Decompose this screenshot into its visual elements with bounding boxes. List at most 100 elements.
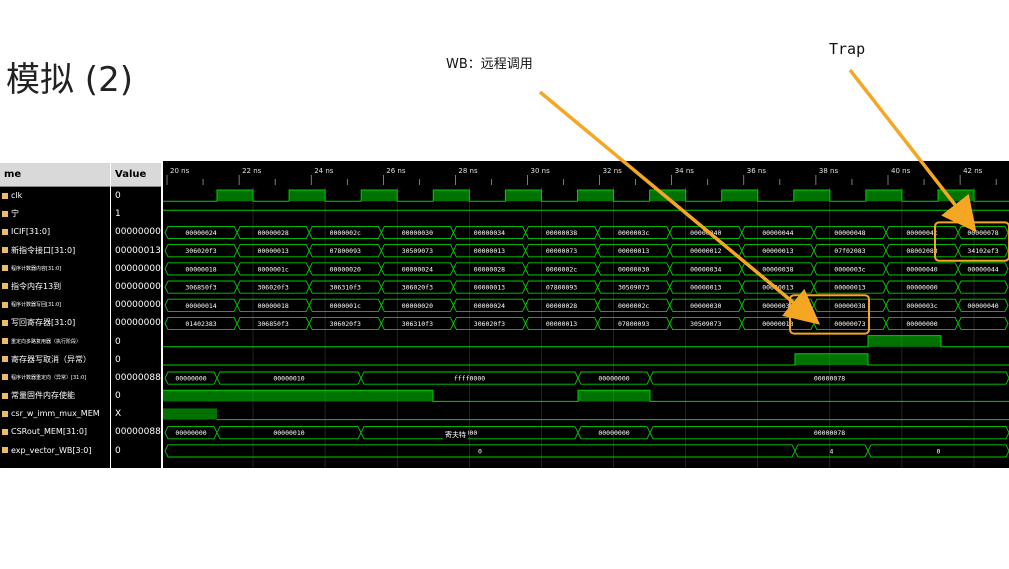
bus-value: 00000040 [906, 265, 937, 273]
bus-value: 306850f3 [185, 284, 216, 292]
bus-segment [957, 280, 1009, 294]
bus-value: 00000013 [618, 247, 649, 255]
clk-high-fill [505, 190, 542, 202]
bit-high-fill [163, 390, 433, 402]
signal-name[interactable]: 程序计数器写回[31:0] [0, 296, 110, 314]
signal-value: 00000000 [115, 318, 161, 329]
bus-value: 00000024 [474, 302, 505, 310]
signal-name[interactable]: 程序计数器重定向（异常）[31:0] [0, 369, 110, 387]
signal-name[interactable]: exp_vector_WB[3:0] [0, 442, 110, 460]
bus-value: 00000048 [834, 229, 865, 237]
signal-icon [2, 210, 8, 217]
bus-value: 306020f3 [257, 284, 288, 292]
time-label: 26 ns [386, 167, 406, 175]
bus-value: 00000030 [690, 302, 721, 310]
signal-value: 00000088 [115, 372, 161, 383]
signal-value-panel: Value 0 1 00000000 00000013 00000000 00000000… [111, 163, 161, 468]
bus-value: 00000078 [967, 229, 998, 237]
bus-value: 00000078 [814, 429, 845, 437]
clk-high-fill [289, 190, 326, 202]
waveform-view[interactable]: 20 ns 22 ns 24 ns 26 ns 28 ns 30 ns 32 ns 34 ns… [163, 161, 1009, 468]
bus-value: 0000001c [257, 265, 288, 273]
bus-value: 00000010 [273, 375, 304, 383]
bus-value: 306850f3 [257, 320, 288, 328]
bus-value: 0000004c [906, 229, 937, 237]
bus-value: 306310f3 [330, 284, 361, 292]
bus-value: 00000013 [762, 320, 793, 328]
clk-high-fill [721, 190, 758, 202]
bus-value: 00000024 [185, 229, 216, 237]
bus-value: 00000034 [474, 229, 505, 237]
bus-value: 08002083 [906, 247, 937, 255]
bus-value: 306020f3 [402, 284, 433, 292]
bus-value: 00000018 [185, 265, 216, 273]
bus-value: 00000000 [175, 429, 206, 437]
bus-value: 00000014 [185, 302, 216, 310]
bus-value: 306020f3 [330, 320, 361, 328]
signal-icon [2, 228, 8, 235]
signal-name[interactable]: 寄存器写取消（异常） [0, 351, 110, 369]
signal-name[interactable]: 程序计数器内容[31:0] [0, 260, 110, 278]
signal-value: 0 [115, 354, 121, 365]
bus-value: 306020f3 [474, 320, 505, 328]
bit-high-fill [578, 390, 650, 402]
waveform-tooltip: 寄夫特 [443, 429, 468, 441]
signal-name[interactable]: 重定向多路复用器（执行阶段） [0, 333, 110, 351]
signal-name[interactable]: 宁 [0, 205, 110, 223]
signal-icon [2, 265, 8, 272]
bus-value: 00000044 [762, 229, 793, 237]
signal-value: 00000000 [115, 300, 161, 311]
signal-name[interactable]: 新指令接口[31:0] [0, 242, 110, 260]
signal-value: 00000000 [115, 281, 161, 292]
signal-icon [2, 338, 8, 344]
bus-value: 00000013 [257, 247, 288, 255]
bus-value: 0000002c [546, 265, 577, 273]
bus-value: 00000044 [967, 265, 998, 273]
signal-icon [2, 192, 8, 199]
bit-high-fill [795, 353, 868, 365]
bus-value: 0000003c [906, 302, 937, 310]
signal-icon [2, 428, 8, 435]
bus-value: 00000013 [546, 320, 577, 328]
signal-value: 00000013 [115, 245, 161, 256]
bus-value: 00000018 [257, 302, 288, 310]
signal-icon [2, 247, 8, 254]
signal-icon [2, 319, 8, 326]
signal-value: 0 [115, 391, 121, 402]
bus-value: 0000001c [330, 302, 361, 310]
clk-high-fill [577, 190, 614, 202]
time-label: 20 ns [170, 167, 190, 175]
bus-value: 00000012 [690, 247, 721, 255]
signal-name[interactable]: 常量固件内存使能 [0, 387, 110, 405]
time-label: 38 ns [819, 167, 839, 175]
value-column-header: Value [111, 163, 161, 187]
bus-value: 306310f3 [402, 320, 433, 328]
clk-high-fill [865, 190, 902, 202]
bus-value: 00000000 [175, 375, 206, 383]
slide-title: 模拟 (2) [6, 60, 133, 100]
bus-value: 07f02083 [834, 247, 865, 255]
bus-value: 00000030 [618, 265, 649, 273]
signal-icon [2, 374, 8, 381]
signal-name[interactable]: ICIF[31:0] [0, 223, 110, 241]
signal-name[interactable]: 写回寄存器[31:0] [0, 314, 110, 332]
bus-value: 00000000 [906, 284, 937, 292]
x-state-fill [163, 408, 217, 420]
time-label: 40 ns [891, 167, 911, 175]
time-label: 30 ns [531, 167, 551, 175]
signal-icon [2, 283, 8, 290]
signal-name-panel: me clk 宁 ICIF[31:0] 新指令接口[31:0] 程序计数器内容[31:0… [0, 163, 110, 468]
bus-value: 00000040 [690, 229, 721, 237]
bus-segment [957, 316, 1009, 331]
signal-name[interactable]: csr_w_imm_mux_MEM [0, 405, 110, 423]
signal-name[interactable]: CSRout_MEM[31:0] [0, 423, 110, 441]
bus-value: 30509073 [618, 284, 649, 292]
bus-value: 00000013 [474, 247, 505, 255]
time-label: 28 ns [458, 167, 478, 175]
signal-name[interactable]: 指令内存13到 [0, 278, 110, 296]
bus-value: 07800093 [618, 320, 649, 328]
bus-value: 00000073 [546, 247, 577, 255]
time-label: 42 ns [963, 167, 983, 175]
bus-value: 00000038 [834, 302, 865, 310]
signal-name[interactable]: clk [0, 187, 110, 205]
